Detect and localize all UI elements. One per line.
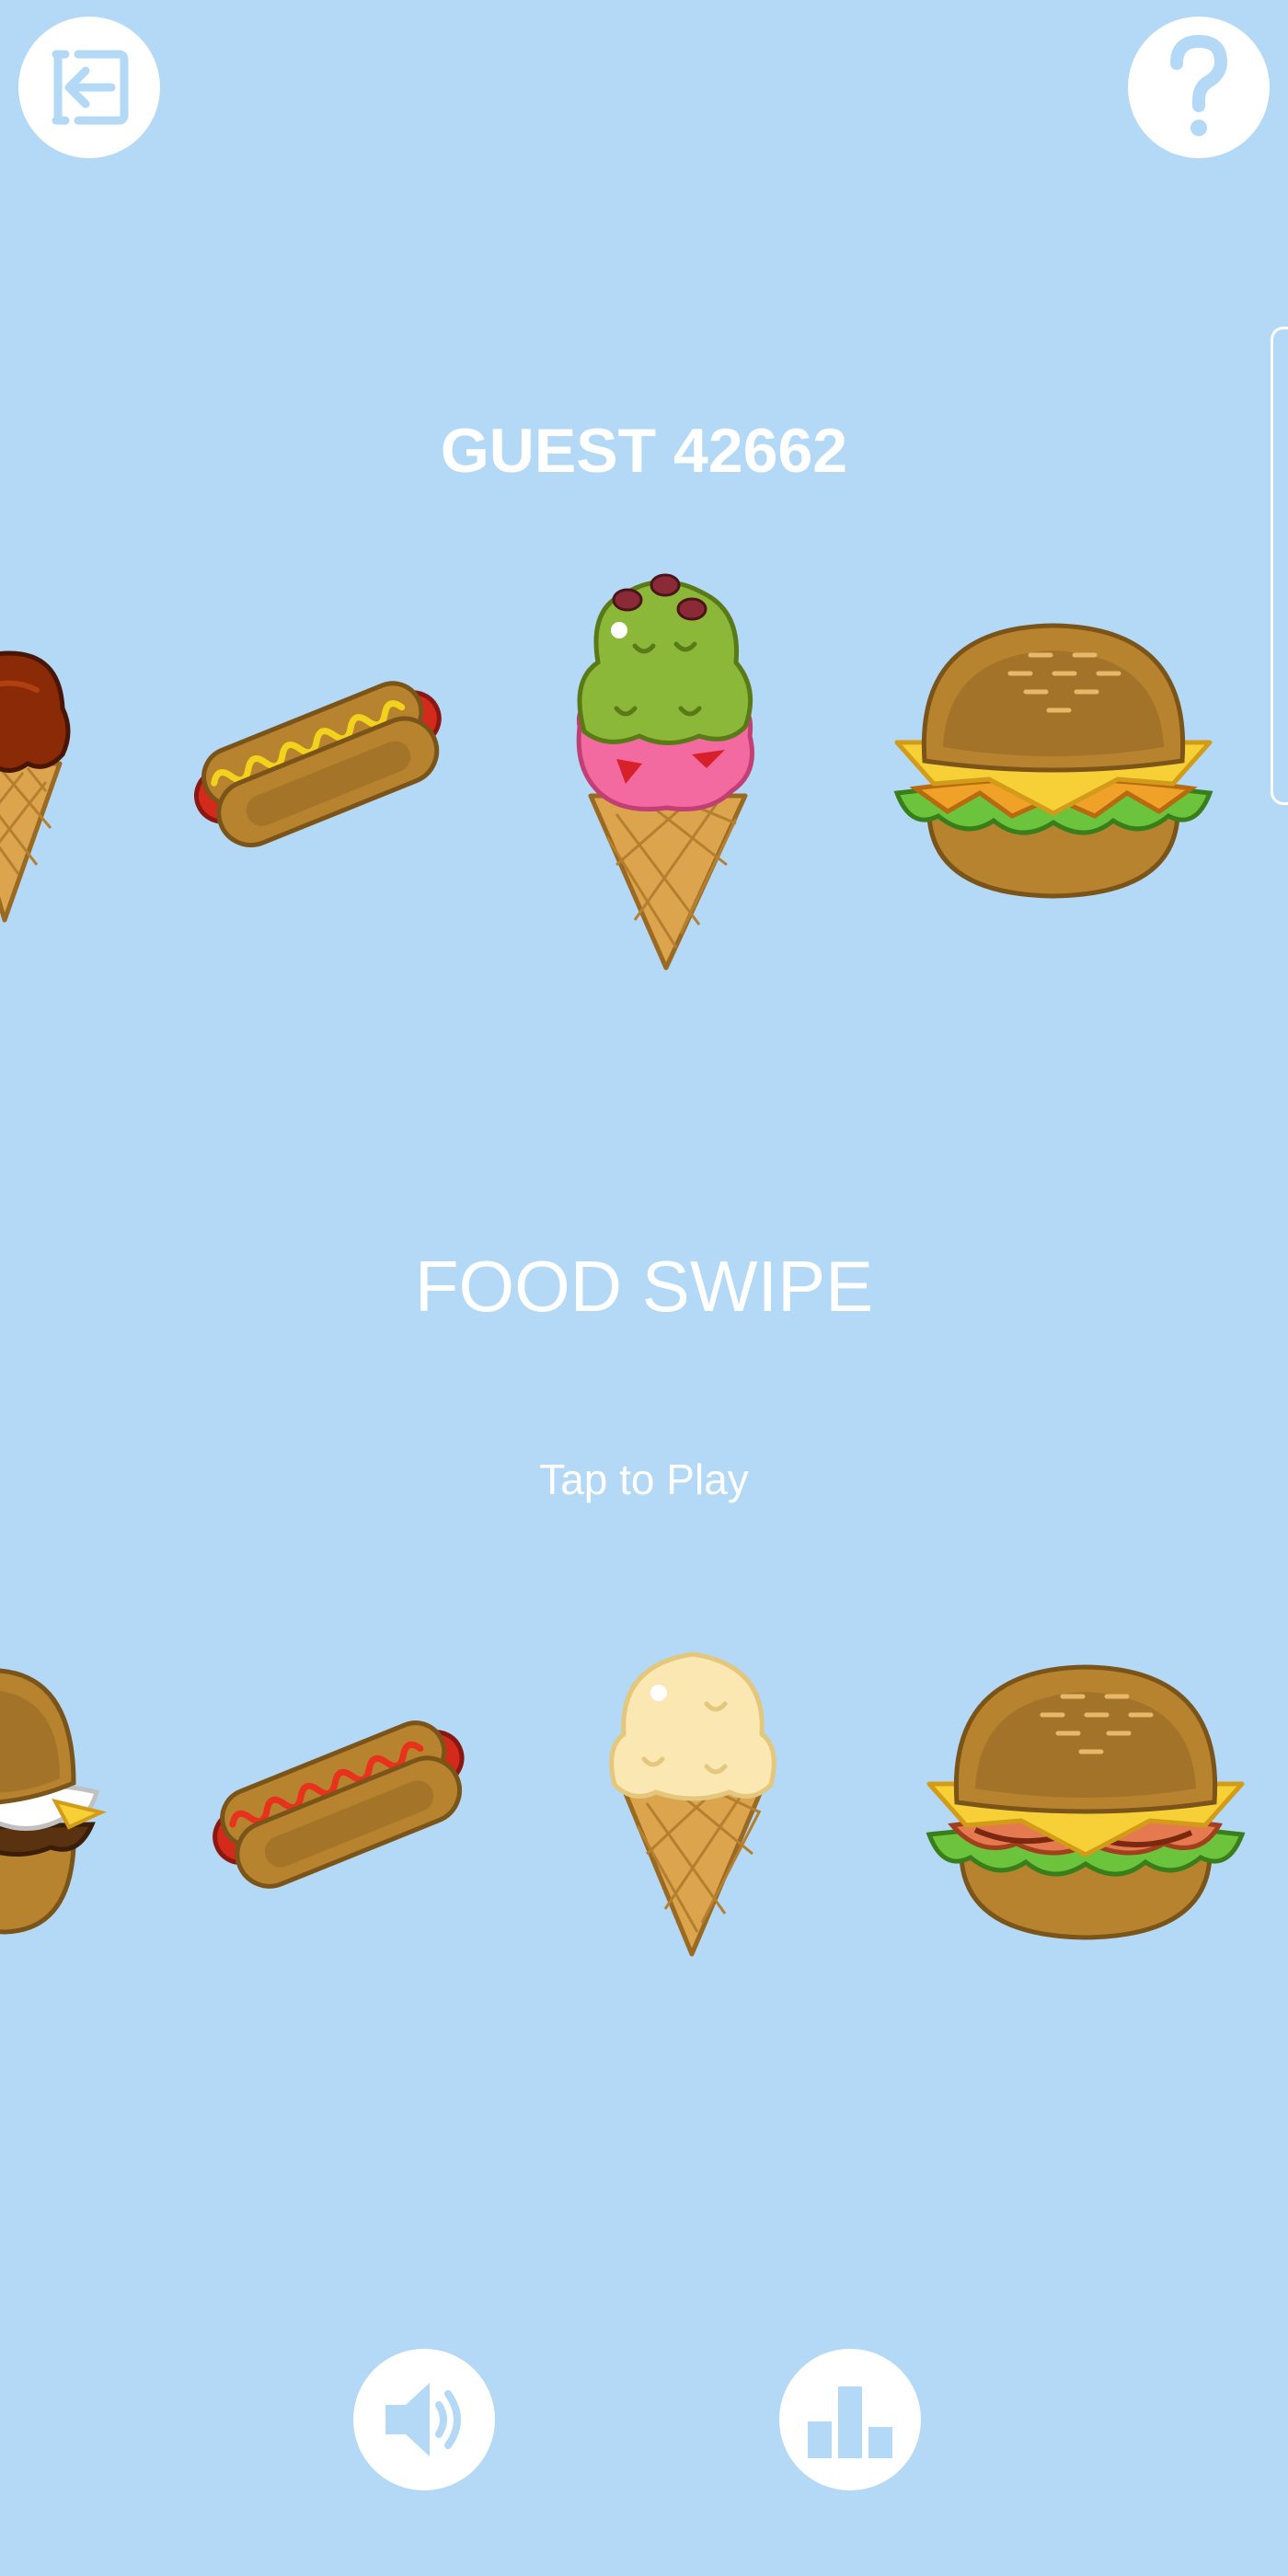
ketchup-hot-dog (213, 1720, 465, 1889)
speaker-icon (385, 2383, 461, 2456)
cream-burger (0, 1668, 108, 1935)
tap-to-play-prompt[interactable]: Tap to Play (0, 1452, 1288, 1507)
vanilla-ice-cream-cone (609, 1651, 776, 1957)
game-screen[interactable]: GUEST 42662 FOOD SWIPE Tap to Play (0, 0, 1288, 2576)
question-mark-icon (1170, 34, 1228, 136)
podium-icon (808, 2386, 892, 2458)
game-title: FOOD SWIPE (414, 1246, 874, 1327)
exit-arrow-icon (52, 50, 129, 125)
player-name: GUEST 42662 (440, 416, 848, 486)
help-button[interactable] (1128, 17, 1270, 158)
chocolate-ice-cream-cone (0, 650, 71, 923)
bacon-cheeseburger (926, 1664, 1246, 1940)
exit-button[interactable] (18, 17, 160, 158)
sound-toggle-button[interactable] (353, 2349, 495, 2490)
side-panel-tab[interactable] (1271, 327, 1288, 805)
mustard-hot-dog (194, 681, 442, 848)
green-pink-ice-cream-cone (576, 573, 754, 971)
leaderboard-button[interactable] (779, 2349, 921, 2490)
cheeseburger (893, 623, 1213, 899)
